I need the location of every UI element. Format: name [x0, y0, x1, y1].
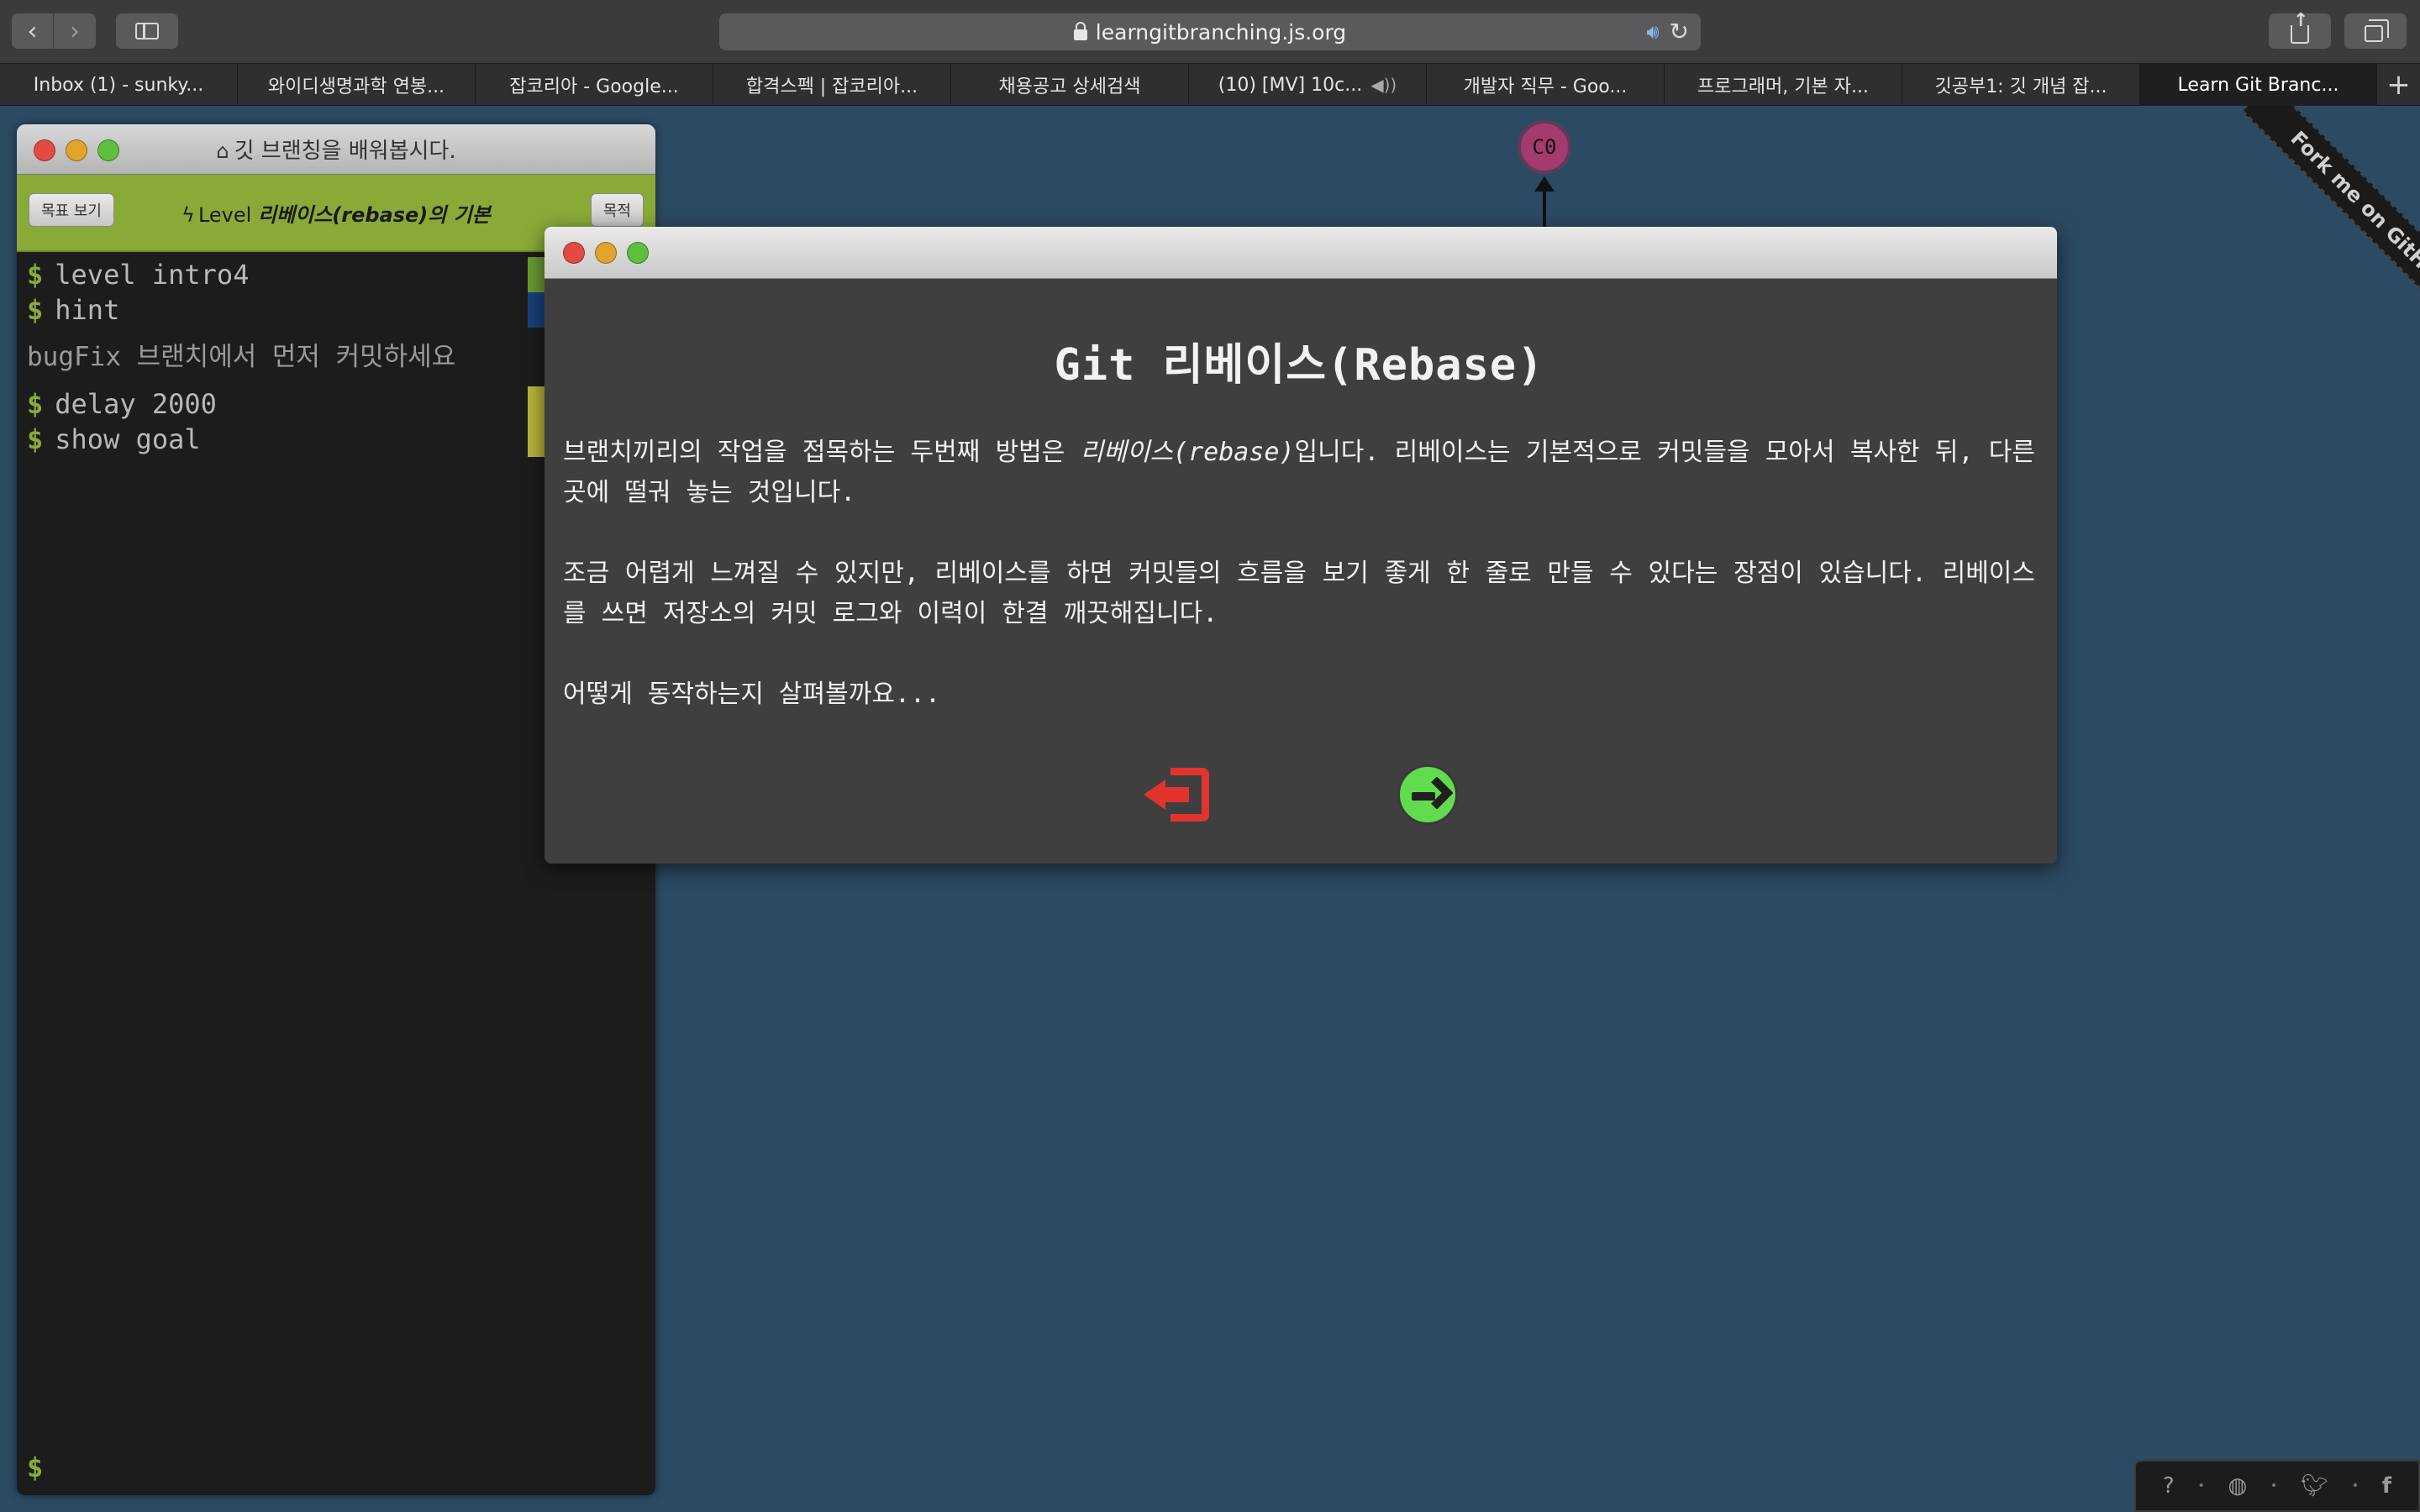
exit-arrow-icon	[1144, 780, 1165, 810]
globe-icon[interactable]: ◍	[2228, 1473, 2247, 1499]
level-name: 리베이스(rebase)의 기본	[257, 202, 491, 227]
tab-label: 깃공부1: 깃 개념 잡...	[1934, 76, 2107, 97]
show-goal-button[interactable]: 목표 보기	[29, 193, 114, 227]
browser-tab[interactable]: 개발자 직무 - Goo...	[1427, 64, 1665, 106]
github-ribbon-label[interactable]: Fork me on GitHub	[2242, 106, 2420, 338]
close-icon[interactable]	[34, 139, 55, 161]
browser-tab[interactable]: Inbox (1) - sunky...	[0, 64, 238, 106]
twitter-icon[interactable]: 🐦︎	[2301, 1473, 2328, 1499]
maximize-icon[interactable]	[97, 139, 119, 161]
modal-titlebar	[544, 227, 2057, 279]
home-icon: ⌂	[216, 139, 229, 163]
browser-tab[interactable]: 잡코리아 - Google...	[476, 64, 713, 106]
sidebar-toggle-button[interactable]	[116, 13, 178, 49]
tab-label: 프로그래머, 기본 자...	[1697, 76, 1869, 97]
browser-tab[interactable]: 채용공고 상세검색	[951, 64, 1189, 106]
terminal-titlebar: ⌂ 깃 브랜칭을 배워봅시다.	[17, 124, 655, 175]
command-text: delay 2000	[55, 388, 217, 420]
modal-paragraph-2: 조금 어렵게 느껴질 수 있지만, 리베이스를 하면 커밋들의 흐름을 보기 좋…	[563, 559, 2035, 628]
prompt-symbol: $	[27, 423, 44, 455]
tab-bar: Inbox (1) - sunky... 와이디생명과학 연봉... 잡코리아 - …	[0, 64, 2420, 106]
maximize-icon[interactable]	[627, 242, 649, 264]
new-tab-button[interactable]: +	[2377, 64, 2420, 105]
nav-buttons: ‹ ›	[12, 13, 96, 49]
exit-button[interactable]	[1144, 764, 1213, 825]
address-bar[interactable]: learngitbranching.js.org 🔊︎ ↻	[719, 13, 1701, 50]
command-text: level intro4	[55, 259, 250, 291]
tab-overview-button[interactable]	[2344, 13, 2407, 49]
terminal-prompt[interactable]: $	[27, 1452, 43, 1483]
browser-tab[interactable]: 프로그래머, 기본 자...	[1665, 64, 1902, 106]
help-icon[interactable]: ?	[2163, 1473, 2175, 1499]
footer-icons: ? • ◍ • 🐦︎ • f	[2134, 1460, 2420, 1512]
reload-icon[interactable]: ↻	[1670, 18, 1689, 45]
command-text: show goal	[55, 423, 201, 455]
modal-paragraph-1: 브랜치끼리의 작업을 접목하는 두번째 방법은 리베이스(rebase)입니다.…	[563, 438, 2035, 507]
tab-label: (10) [MV] 10c...	[1218, 74, 1363, 96]
modal-heading: Git 리베이스(Rebase)	[1054, 340, 1544, 391]
level-title: ϟ Level 리베이스(rebase)의 기본	[182, 202, 491, 227]
chevron-left-icon: ‹	[27, 16, 38, 46]
lock-icon	[1073, 21, 1087, 40]
browser-tab[interactable]: Learn Git Branc...	[2140, 64, 2377, 106]
tab-label: 개발자 직무 - Goo...	[1463, 76, 1628, 97]
modal-body: Git 리베이스(Rebase) 브랜치끼리의 작업을 접목하는 두번째 방법은…	[544, 329, 2057, 715]
share-button[interactable]	[2269, 10, 2331, 49]
intro-modal: Git 리베이스(Rebase) 브랜치끼리의 작업을 접목하는 두번째 방법은…	[544, 227, 2057, 864]
prompt-symbol: $	[27, 294, 44, 326]
browser-tab[interactable]: (10) [MV] 10c... ◀︎))	[1189, 64, 1427, 106]
command-text: hint	[55, 294, 120, 326]
back-button[interactable]: ‹	[12, 13, 54, 49]
tab-label: Inbox (1) - sunky...	[33, 74, 204, 96]
prompt-symbol: $	[27, 259, 44, 291]
browser-tab[interactable]: 합격스펙 | 잡코리아...	[713, 64, 951, 106]
speaker-icon[interactable]: 🔊︎	[1646, 20, 1659, 45]
tab-label: 합격스펙 | 잡코리아...	[745, 76, 918, 97]
browser-tab[interactable]: 깃공부1: 깃 개념 잡...	[1902, 64, 2140, 106]
sidebar-icon	[135, 23, 159, 39]
next-button[interactable]	[1397, 764, 1458, 825]
prompt-symbol: $	[27, 388, 44, 420]
bolt-icon: ϟ	[182, 202, 195, 227]
tabs-icon	[2364, 18, 2389, 42]
audio-icon[interactable]: ◀︎))	[1370, 75, 1397, 95]
share-icon	[2291, 10, 2309, 44]
modal-actions	[544, 764, 2057, 825]
commit-arrow	[1534, 176, 1555, 192]
close-icon[interactable]	[563, 242, 585, 264]
arrow-right-icon	[1420, 776, 1454, 810]
url-text: learngitbranching.js.org	[1095, 19, 1347, 45]
browser-tab[interactable]: 와이디생명과학 연봉...	[238, 64, 476, 106]
exit-arrow-shaft	[1164, 787, 1189, 802]
commit-edge	[1543, 188, 1546, 230]
tab-label: 채용공고 상세검색	[998, 76, 1141, 97]
objective-button[interactable]: 목적	[590, 193, 644, 227]
chevron-right-icon: ›	[70, 16, 80, 46]
browser-toolbar: ‹ › learngitbranching.js.org 🔊︎ ↻	[0, 0, 2420, 64]
tab-label: 잡코리아 - Google...	[509, 76, 679, 97]
github-ribbon[interactable]: Fork me on GitHub	[2176, 106, 2420, 349]
window-controls	[34, 139, 119, 161]
tab-label: 와이디생명과학 연봉...	[267, 76, 445, 97]
commit-node[interactable]: C0	[1518, 120, 1571, 174]
forward-button[interactable]: ›	[54, 13, 96, 49]
facebook-icon[interactable]: f	[2382, 1473, 2391, 1499]
minimize-icon[interactable]	[66, 139, 87, 161]
modal-window-controls	[563, 242, 649, 264]
minimize-icon[interactable]	[595, 242, 617, 264]
tab-label: Learn Git Branc...	[2177, 74, 2339, 96]
modal-paragraph-3: 어떻게 동작하는지 살펴볼까요...	[563, 680, 941, 709]
commit-label: C0	[1532, 135, 1557, 159]
